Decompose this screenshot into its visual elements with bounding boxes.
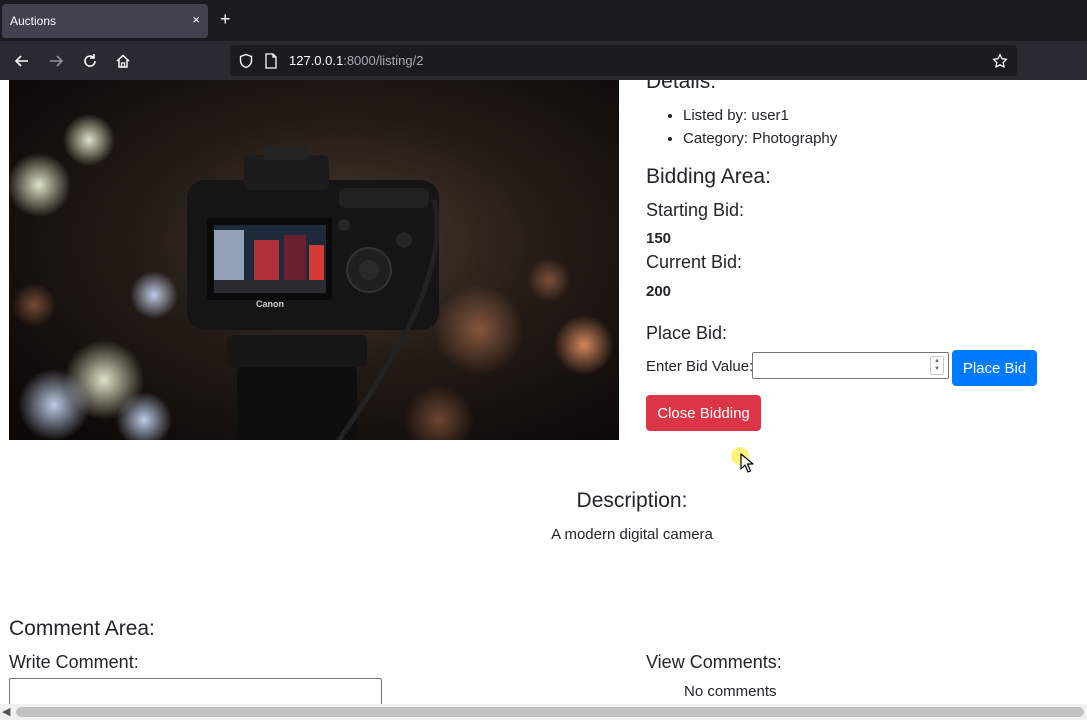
current-bid-value: 200 — [646, 283, 672, 300]
starting-bid-label: Starting Bid: — [646, 200, 745, 220]
details-heading: Details: — [646, 80, 717, 93]
back-arrow-icon — [14, 55, 28, 67]
tab-close-button[interactable]: × — [192, 12, 200, 27]
page-icon — [262, 52, 280, 70]
url-host: 127.0.0.1 — [289, 53, 344, 68]
view-comments-label: View Comments: — [646, 652, 782, 672]
write-comment-label: Write Comment: — [9, 652, 139, 672]
listing-image: Canon — [9, 80, 619, 440]
scrollbar-thumb[interactable] — [16, 707, 1084, 717]
no-comments-text: No comments — [684, 683, 777, 700]
comment-input[interactable] — [9, 678, 382, 704]
cursor-icon — [740, 453, 754, 473]
url-bar[interactable]: 127.0.0.1:8000/listing/2 — [230, 45, 1017, 76]
detail-listed-by: Listed by: user1 — [683, 104, 837, 127]
spinner-icon[interactable]: ▲ ▼ — [930, 356, 944, 375]
browser-tab-auctions[interactable]: Auctions × — [2, 4, 208, 38]
description-heading: Description: — [576, 489, 688, 512]
reload-icon — [84, 54, 96, 67]
tab-title: Auctions — [10, 14, 57, 28]
comment-area-heading: Comment Area: — [9, 617, 155, 640]
bidding-area-heading: Bidding Area: — [646, 165, 771, 188]
current-bid-label: Current Bid: — [646, 252, 743, 272]
url-text: 127.0.0.1:8000/listing/2 — [289, 53, 423, 68]
url-path: :8000/listing/2 — [343, 53, 424, 68]
forward-arrow-icon — [50, 55, 64, 67]
new-tab-button[interactable]: + — [220, 9, 231, 30]
shield-icon[interactable] — [237, 52, 255, 70]
back-button[interactable] — [9, 48, 35, 74]
camera-photo: Canon — [9, 80, 619, 440]
details-list: Listed by: user1 Category: Photography — [683, 104, 837, 150]
page-viewport: Canon Details: Listed by: user1 Category… — [0, 80, 1087, 704]
bid-value-input[interactable]: ▲ ▼ — [752, 352, 949, 379]
reload-button[interactable] — [77, 48, 103, 74]
browser-tab-bar: Auctions × + — [0, 0, 1087, 41]
forward-button[interactable] — [43, 48, 69, 74]
detail-category: Category: Photography — [683, 127, 837, 150]
home-button[interactable] — [110, 48, 136, 74]
horizontal-scrollbar[interactable]: ◀ — [0, 704, 1087, 720]
close-bidding-button[interactable]: Close Bidding — [646, 395, 761, 431]
browser-nav-bar: 127.0.0.1:8000/listing/2 — [0, 41, 1087, 80]
bid-value-label: Enter Bid Value: — [646, 358, 754, 375]
bookmark-star-icon[interactable] — [991, 52, 1009, 70]
scroll-left-arrow-icon[interactable]: ◀ — [2, 705, 10, 718]
camera-brand-text: Canon — [256, 299, 284, 309]
place-bid-button[interactable]: Place Bid — [952, 350, 1037, 386]
place-bid-heading: Place Bid: — [646, 323, 728, 343]
home-icon — [116, 54, 130, 68]
description-text: A modern digital camera — [551, 526, 713, 543]
starting-bid-value: 150 — [646, 230, 672, 247]
